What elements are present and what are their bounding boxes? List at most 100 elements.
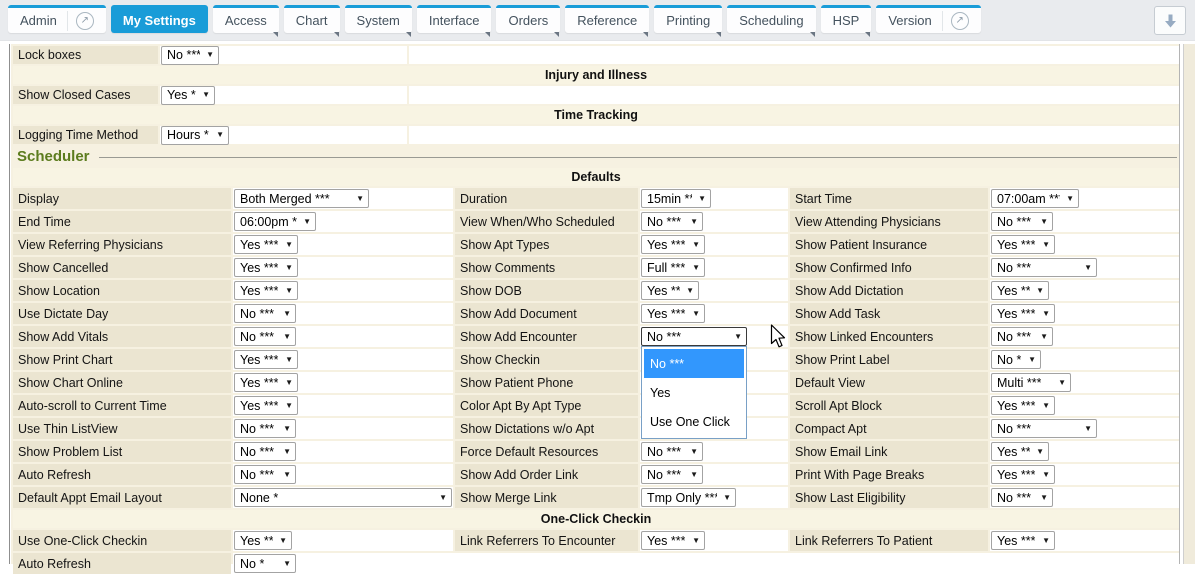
setting-row: Show Chart OnlineYes ***▼Show Patient Ph… — [13, 372, 1179, 393]
dropdown-arrow-icon: ▼ — [1084, 425, 1092, 433]
tab-hsp[interactable]: HSP — [821, 5, 872, 33]
select-show-add-task[interactable]: Yes ***▼ — [991, 304, 1055, 323]
setting-value-cell: Full ***▼ — [640, 257, 788, 278]
select-auto-scroll-to-current-time[interactable]: Yes ***▼ — [234, 396, 298, 415]
tab-reference[interactable]: Reference — [565, 5, 649, 33]
select-use-dictate-day[interactable]: No ***▼ — [234, 304, 296, 323]
tab-label: Chart — [296, 13, 328, 28]
select-show-location[interactable]: Yes ***▼ — [234, 281, 298, 300]
tab-admin[interactable]: Admin↗ — [8, 5, 106, 33]
dropdown-arrow-icon: ▼ — [1042, 537, 1050, 545]
select-value: No *** — [167, 48, 200, 62]
dropdown-option-yes[interactable]: Yes — [644, 378, 744, 407]
setting-row-lock-boxes: Lock boxesNo ***▼ — [13, 46, 1179, 64]
setting-label: Auto Refresh — [13, 464, 231, 485]
dropdown-arrow-icon: ▼ — [283, 310, 291, 318]
select-duration[interactable]: 15min ***▼ — [641, 189, 711, 208]
select-print-with-page-breaks[interactable]: Yes ***▼ — [991, 465, 1055, 484]
select-auto-refresh[interactable]: No ***▼ — [234, 465, 296, 484]
select-show-email-link[interactable]: Yes **▼ — [991, 442, 1049, 461]
dropdown-arrow-icon: ▼ — [1040, 218, 1048, 226]
select-show-chart-online[interactable]: Yes ***▼ — [234, 373, 298, 392]
select-show-print-chart[interactable]: Yes ***▼ — [234, 350, 298, 369]
dropdown-option-use-one-click[interactable]: Use One Click — [644, 407, 744, 436]
select-show-comments[interactable]: Full ***▼ — [641, 258, 705, 277]
select-force-default-resources[interactable]: No ***▼ — [641, 442, 703, 461]
setting-value-cell: Both Merged ***▼ — [233, 188, 453, 209]
section-header-injury-and-illness: Injury and Illness — [13, 66, 1179, 84]
select-value: No *** — [997, 330, 1031, 344]
tab-printing[interactable]: Printing — [654, 5, 722, 33]
select-view-attending-physicians[interactable]: No ***▼ — [991, 212, 1053, 231]
open-in-new-icon[interactable]: ↗ — [76, 12, 94, 30]
select-end-time[interactable]: 06:00pm ***▼ — [234, 212, 316, 231]
dropdown-arrow-icon: ▼ — [439, 494, 447, 502]
select-value: 07:00am *** — [997, 192, 1060, 206]
select-value: Yes *** — [997, 468, 1035, 482]
select-show-patient-insurance[interactable]: Yes ***▼ — [991, 235, 1055, 254]
setting-label: Show Dictations w/o Apt — [455, 418, 638, 439]
select-value: No *** — [240, 330, 274, 344]
tab-system[interactable]: System — [345, 5, 412, 33]
select-start-time[interactable]: 07:00am ***▼ — [991, 189, 1079, 208]
dropdown-arrow-icon: ▼ — [723, 494, 731, 502]
select-show-print-label[interactable]: No *▼ — [991, 350, 1041, 369]
select-display[interactable]: Both Merged ***▼ — [234, 189, 369, 208]
select-show-add-dictation[interactable]: Yes **▼ — [991, 281, 1049, 300]
select-show-add-encounter[interactable]: No ***▼ — [641, 327, 747, 346]
select-show-cancelled[interactable]: Yes ***▼ — [234, 258, 298, 277]
setting-value-cell: No ***▼ — [990, 487, 1179, 508]
tab-access[interactable]: Access — [213, 5, 279, 33]
dropdown-option-no[interactable]: No *** — [644, 349, 744, 378]
setting-label: Show Add Vitals — [13, 326, 231, 347]
select-scroll-apt-block[interactable]: Yes ***▼ — [991, 396, 1055, 415]
select-show-merge-link[interactable]: Tmp Only ***▼ — [641, 488, 736, 507]
scheduler-title: Scheduler — [17, 148, 90, 165]
select-show-apt-types[interactable]: Yes ***▼ — [641, 235, 705, 254]
setting-label: Show Last Eligibility — [790, 487, 988, 508]
setting-label: Show DOB — [455, 280, 638, 301]
tab-version[interactable]: Version↗ — [876, 5, 980, 33]
dropdown-arrow-icon: ▼ — [202, 91, 210, 99]
select-show-last-eligibility[interactable]: No ***▼ — [991, 488, 1053, 507]
select-show-linked-encounters[interactable]: No ***▼ — [991, 327, 1053, 346]
tab-my-settings[interactable]: My Settings — [111, 5, 208, 33]
select-use-thin-listview[interactable]: No ***▼ — [234, 419, 296, 438]
select-show-confirmed-info[interactable]: No ***▼ — [991, 258, 1097, 277]
select-view-when-who-scheduled[interactable]: No ***▼ — [641, 212, 703, 231]
setting-value-cell: 07:00am ***▼ — [990, 188, 1179, 209]
select-default-appt-email-layout[interactable]: None *▼ — [234, 488, 452, 507]
select-compact-apt[interactable]: No ***▼ — [991, 419, 1097, 438]
select-default-view[interactable]: Multi ***▼ — [991, 373, 1071, 392]
empty-cell — [409, 86, 1179, 104]
tab-scheduling[interactable]: Scheduling — [727, 5, 815, 33]
download-button[interactable] — [1154, 6, 1186, 35]
open-dropdown-list: No ***YesUse One Click — [641, 346, 747, 439]
tab-chart[interactable]: Chart — [284, 5, 340, 33]
setting-value-cell: 15min ***▼ — [640, 188, 788, 209]
select-show-add-vitals[interactable]: No ***▼ — [234, 327, 296, 346]
tab-interface[interactable]: Interface — [417, 5, 492, 33]
select-lock-boxes[interactable]: No ***▼ — [161, 46, 219, 65]
select-show-add-order-link[interactable]: No ***▼ — [641, 465, 703, 484]
select-show-closed-cases[interactable]: Yes *▼ — [161, 86, 215, 105]
select-show-add-document[interactable]: Yes ***▼ — [641, 304, 705, 323]
setting-value-cell: No ***▼ — [233, 303, 453, 324]
select-show-problem-list[interactable]: No ***▼ — [234, 442, 296, 461]
setting-label: Show Add Dictation — [790, 280, 988, 301]
open-in-new-icon[interactable]: ↗ — [951, 12, 969, 30]
select-logging-time-method[interactable]: Hours *▼ — [161, 126, 229, 145]
setting-row: Use Thin ListViewNo ***▼Show Dictations … — [13, 418, 1179, 439]
setting-value-cell: No ***▼ — [233, 464, 453, 485]
setting-value-cell: Yes ***▼ — [233, 349, 453, 370]
select-link-referrers-to-patient[interactable]: Yes ***▼ — [991, 531, 1055, 550]
section-header-defaults: Defaults — [13, 168, 1179, 186]
select-link-referrers-to-encounter[interactable]: Yes ***▼ — [641, 531, 705, 550]
select-view-referring-physicians[interactable]: Yes ***▼ — [234, 235, 298, 254]
setting-label: Show Print Chart — [13, 349, 231, 370]
select-use-one-click-checkin[interactable]: Yes **▼ — [234, 531, 292, 550]
select-show-dob[interactable]: Yes **▼ — [641, 281, 699, 300]
tab-orders[interactable]: Orders — [496, 5, 560, 33]
right-margin-strip — [1184, 44, 1195, 564]
dropdown-arrow-icon: ▼ — [1036, 287, 1044, 295]
